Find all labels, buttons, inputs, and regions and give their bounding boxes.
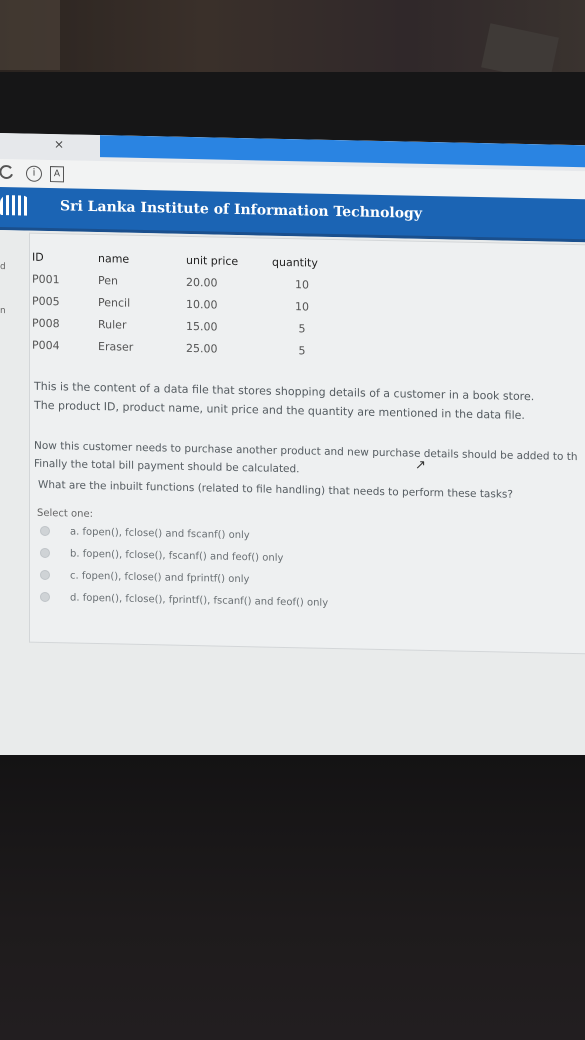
question-box: ID name unit price quantity P001 Pen 20.… <box>29 232 585 655</box>
column-header: ID <box>32 250 44 264</box>
answer-option-b[interactable]: b. fopen(), fclose(), fscanf() and feof(… <box>40 547 284 564</box>
select-one-label: Select one: <box>37 507 94 520</box>
radio-button[interactable] <box>40 569 50 581</box>
sliit-logo-icon <box>0 195 30 216</box>
table-cell: Ruler <box>98 317 127 332</box>
table-cell: P001 <box>32 272 60 286</box>
table-cell: 15.00 <box>186 319 218 334</box>
bookmark-icon[interactable]: A <box>50 166 64 183</box>
table-cell: P004 <box>32 338 60 352</box>
table-cell: 5 <box>298 343 306 357</box>
radio-button[interactable] <box>40 547 50 559</box>
info-icon[interactable]: i <box>26 165 42 182</box>
mouse-cursor-icon: ↗ <box>415 457 426 473</box>
table-cell: P005 <box>32 294 60 308</box>
option-label: d. fopen(), fclose(), fprintf(), fscanf(… <box>70 592 329 609</box>
tab-close-icon[interactable]: × <box>54 137 64 151</box>
answer-option-c[interactable]: c. fopen(), fclose() and fprintf() only <box>40 569 250 586</box>
reload-icon[interactable] <box>0 165 14 181</box>
table-cell: 25.00 <box>186 341 218 356</box>
monitor-bezel-bottom <box>0 755 585 1040</box>
column-header: unit price <box>186 253 239 268</box>
side-margin-mark: n <box>0 306 6 317</box>
question-text-line: Finally the total bill payment should be… <box>34 457 300 476</box>
question-text-line: What are the inbuilt functions (related … <box>38 478 513 501</box>
column-header: quantity <box>272 255 318 270</box>
column-header: name <box>98 251 130 266</box>
option-label: b. fopen(), fclose(), fscanf() and feof(… <box>70 548 284 564</box>
table-cell: 10 <box>295 299 309 313</box>
side-margin-mark: d <box>0 262 6 273</box>
table-cell: 10 <box>295 277 309 291</box>
table-cell: Pencil <box>98 295 131 310</box>
answer-option-a[interactable]: a. fopen(), fclose() and fscanf() only <box>40 525 250 542</box>
table-cell: 5 <box>298 321 306 335</box>
table-cell: 10.00 <box>186 297 218 312</box>
option-label: a. fopen(), fclose() and fscanf() only <box>70 526 250 542</box>
table-cell: Pen <box>98 273 118 287</box>
data-file-table: ID name unit price quantity P001 Pen 20.… <box>30 246 332 362</box>
site-title: Sri Lanka Institute of Information Techn… <box>60 198 422 222</box>
radio-button[interactable] <box>40 525 50 537</box>
monitor-bezel-top <box>0 72 585 140</box>
question-text-line: The product ID, product name, unit price… <box>34 398 525 422</box>
background-wall <box>0 0 585 82</box>
table-cell: P008 <box>32 316 60 330</box>
answer-option-d[interactable]: d. fopen(), fclose(), fprintf(), fscanf(… <box>40 591 329 609</box>
radio-button[interactable] <box>40 591 50 603</box>
background-shelf <box>0 0 60 70</box>
browser-screen: × i A Sri Lanka Institute of Information… <box>0 133 585 771</box>
option-label: c. fopen(), fclose() and fprintf() only <box>70 570 250 586</box>
page-content: d n ID name unit price quantity P001 Pen… <box>0 230 585 771</box>
table-cell: Eraser <box>98 339 134 354</box>
table-cell: 20.00 <box>186 275 218 290</box>
